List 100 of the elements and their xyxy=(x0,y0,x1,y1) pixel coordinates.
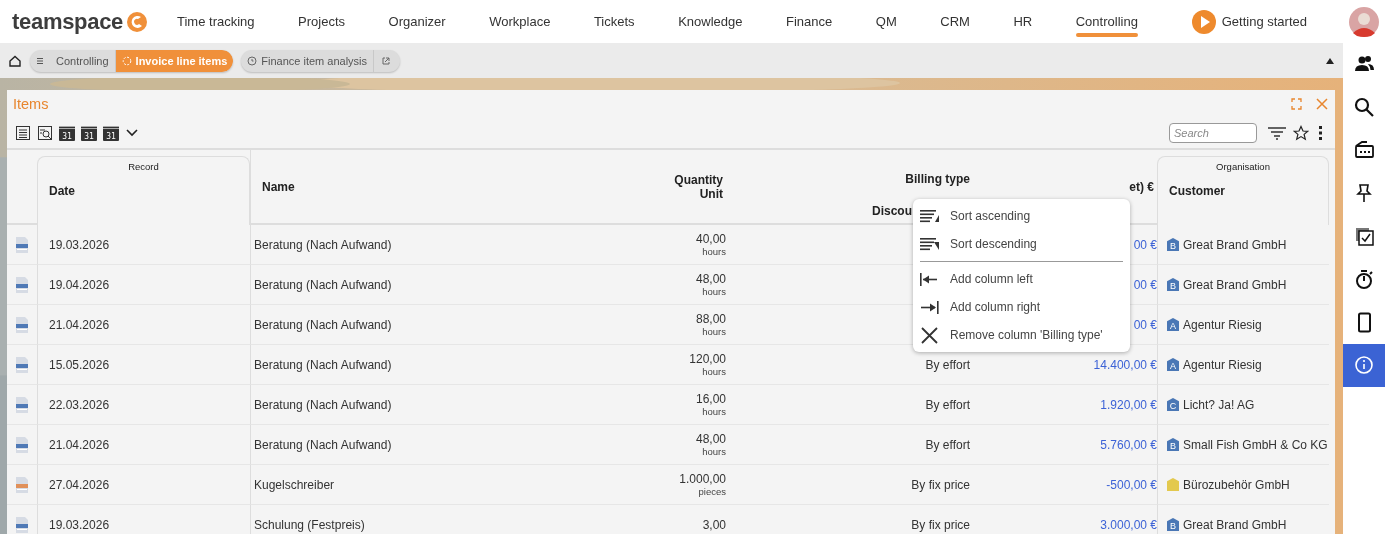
table-cell: 3,00 xyxy=(702,517,726,532)
menu-item[interactable]: Sort ascending xyxy=(913,202,1130,230)
sort-ascending-icon xyxy=(919,207,940,225)
table-cell: Beratung (Nach Aufwand) xyxy=(254,317,392,332)
table-cell: 15.05.2026 xyxy=(49,357,110,372)
nav-tab[interactable]: CRM xyxy=(940,0,970,43)
table-cell: By effort xyxy=(925,357,970,372)
getting-started-button[interactable]: Getting started xyxy=(1185,8,1313,35)
checklist-icon[interactable] xyxy=(1353,226,1375,247)
panel-title: Items xyxy=(13,96,50,112)
sort-descending-icon xyxy=(919,235,940,253)
organisation-icon: B xyxy=(1167,238,1179,251)
table-cell: Great Brand GmbH xyxy=(1183,277,1287,292)
column-header[interactable]: Unit xyxy=(500,186,723,201)
table-cell: 19.03.2026 xyxy=(49,517,110,532)
amount-link[interactable]: 00 € xyxy=(1133,237,1157,252)
search-icon[interactable] xyxy=(1353,97,1375,118)
close-icon xyxy=(919,326,940,344)
unit-label: hours xyxy=(702,246,726,257)
table-cell: By fix price xyxy=(911,477,970,492)
nav-tab[interactable]: Workplace xyxy=(489,0,551,43)
column-group-label: Record xyxy=(127,161,160,172)
info-icon[interactable] xyxy=(1353,355,1375,376)
nav-tab[interactable]: Finance xyxy=(786,0,833,43)
table-cell: 48,00 xyxy=(695,272,726,286)
nav-tab[interactable]: Organizer xyxy=(388,0,446,43)
column-header[interactable]: Quantity xyxy=(500,172,723,187)
table-cell: Small Fish GmbH & Co KG xyxy=(1183,437,1328,452)
organisation-icon: B xyxy=(1167,518,1179,531)
star-icon[interactable] xyxy=(1293,125,1309,141)
amount-link[interactable]: -500,00 € xyxy=(1106,477,1157,492)
search-field[interactable]: Search xyxy=(1169,123,1257,143)
menu-item[interactable]: Add column right xyxy=(913,293,1130,321)
amount-link[interactable]: 14.400,00 € xyxy=(1093,357,1157,372)
toolbox-icon[interactable] xyxy=(1353,140,1375,161)
amount-link[interactable]: 00 € xyxy=(1133,277,1157,292)
table-cell: Bürozubehör GmbH xyxy=(1183,477,1290,492)
unit-label: hours xyxy=(702,366,726,377)
table-cell: 21.04.2026 xyxy=(49,437,110,452)
table-cell: Licht? Ja! AG xyxy=(1183,397,1255,412)
organisation-icon: C xyxy=(1167,398,1179,411)
amount-link[interactable]: 1.920,00 € xyxy=(1100,397,1157,412)
table-cell: Beratung (Nach Aufwand) xyxy=(254,237,392,252)
organisation-icon: B xyxy=(1167,278,1179,291)
nav-tab[interactable]: Knowledge xyxy=(678,0,743,43)
menu-item[interactable]: Remove column 'Billing type' xyxy=(913,321,1130,349)
nav-tab[interactable]: Controlling xyxy=(1075,0,1138,43)
home-icon[interactable] xyxy=(8,53,22,68)
table-cell: Beratung (Nach Aufwand) xyxy=(254,397,392,412)
document-search-icon[interactable] xyxy=(37,125,53,141)
unit-label: hours xyxy=(702,286,726,297)
filter-icon[interactable] xyxy=(1267,126,1287,140)
table-cell: 1.000,00 xyxy=(679,472,726,486)
organisation-icon: A xyxy=(1167,318,1179,331)
amount-link[interactable]: 00 € xyxy=(1133,317,1157,332)
table-cell: 19.03.2026 xyxy=(49,237,110,252)
loading-icon xyxy=(121,55,132,66)
table-cell: Schulung (Festpreis) xyxy=(254,517,365,532)
calendar-button[interactable]: 31 xyxy=(103,125,119,141)
organisation-icon: B xyxy=(1167,438,1179,451)
clock-icon xyxy=(247,55,258,66)
avatar[interactable] xyxy=(1349,6,1379,37)
table-cell: 120,00 xyxy=(689,352,726,366)
amount-link[interactable]: 3.000,00 € xyxy=(1100,517,1157,532)
table-cell: 48,00 xyxy=(695,432,726,446)
column-header[interactable]: Date xyxy=(49,184,238,198)
breadcrumb-tab[interactable]: Controlling xyxy=(50,49,116,72)
nav-tab[interactable]: HR xyxy=(1013,0,1033,43)
list-icon[interactable] xyxy=(15,125,31,141)
table-cell: By effort xyxy=(925,437,970,452)
calendar-button[interactable]: 31 xyxy=(59,125,75,141)
menu-item[interactable]: Sort descending xyxy=(913,230,1130,258)
nav-tab[interactable]: Projects xyxy=(298,0,346,43)
logo-text: teamspace xyxy=(12,8,124,35)
nav-tab[interactable]: QM xyxy=(875,0,897,43)
amount-link[interactable]: 5.760,00 € xyxy=(1100,437,1157,452)
unit-label: hours xyxy=(702,326,726,337)
calendar-button[interactable]: 31 xyxy=(81,125,97,141)
unit-label: hours xyxy=(702,406,726,417)
table-cell: Beratung (Nach Aufwand) xyxy=(254,277,392,292)
play-icon xyxy=(1191,9,1216,34)
table-cell: By effort xyxy=(925,397,970,412)
column-group-label: Organisation xyxy=(1215,161,1271,172)
table-cell: 27.04.2026 xyxy=(49,477,110,492)
table-cell: By fix price xyxy=(911,517,970,532)
unit-label: pieces xyxy=(698,486,726,497)
table-cell: Agentur Riesig xyxy=(1183,357,1262,372)
stopwatch-icon[interactable] xyxy=(1353,269,1375,290)
column-header[interactable]: et) € xyxy=(970,179,1154,194)
nav-tab[interactable]: Tickets xyxy=(593,0,635,43)
column-header[interactable]: Billing type xyxy=(726,172,970,186)
pushpin-icon[interactable] xyxy=(1353,183,1375,204)
column-header[interactable]: Customer xyxy=(1169,184,1317,198)
table-cell: 19.04.2026 xyxy=(49,277,110,292)
logo-icon xyxy=(126,10,149,33)
menu-item[interactable]: Add column left xyxy=(913,265,1130,293)
arrow-to-left-bar-icon xyxy=(919,270,940,288)
column-header[interactable]: Name xyxy=(262,179,489,194)
table-cell: Kugelschreiber xyxy=(254,477,335,492)
nav-tab[interactable]: Time tracking xyxy=(177,0,255,43)
